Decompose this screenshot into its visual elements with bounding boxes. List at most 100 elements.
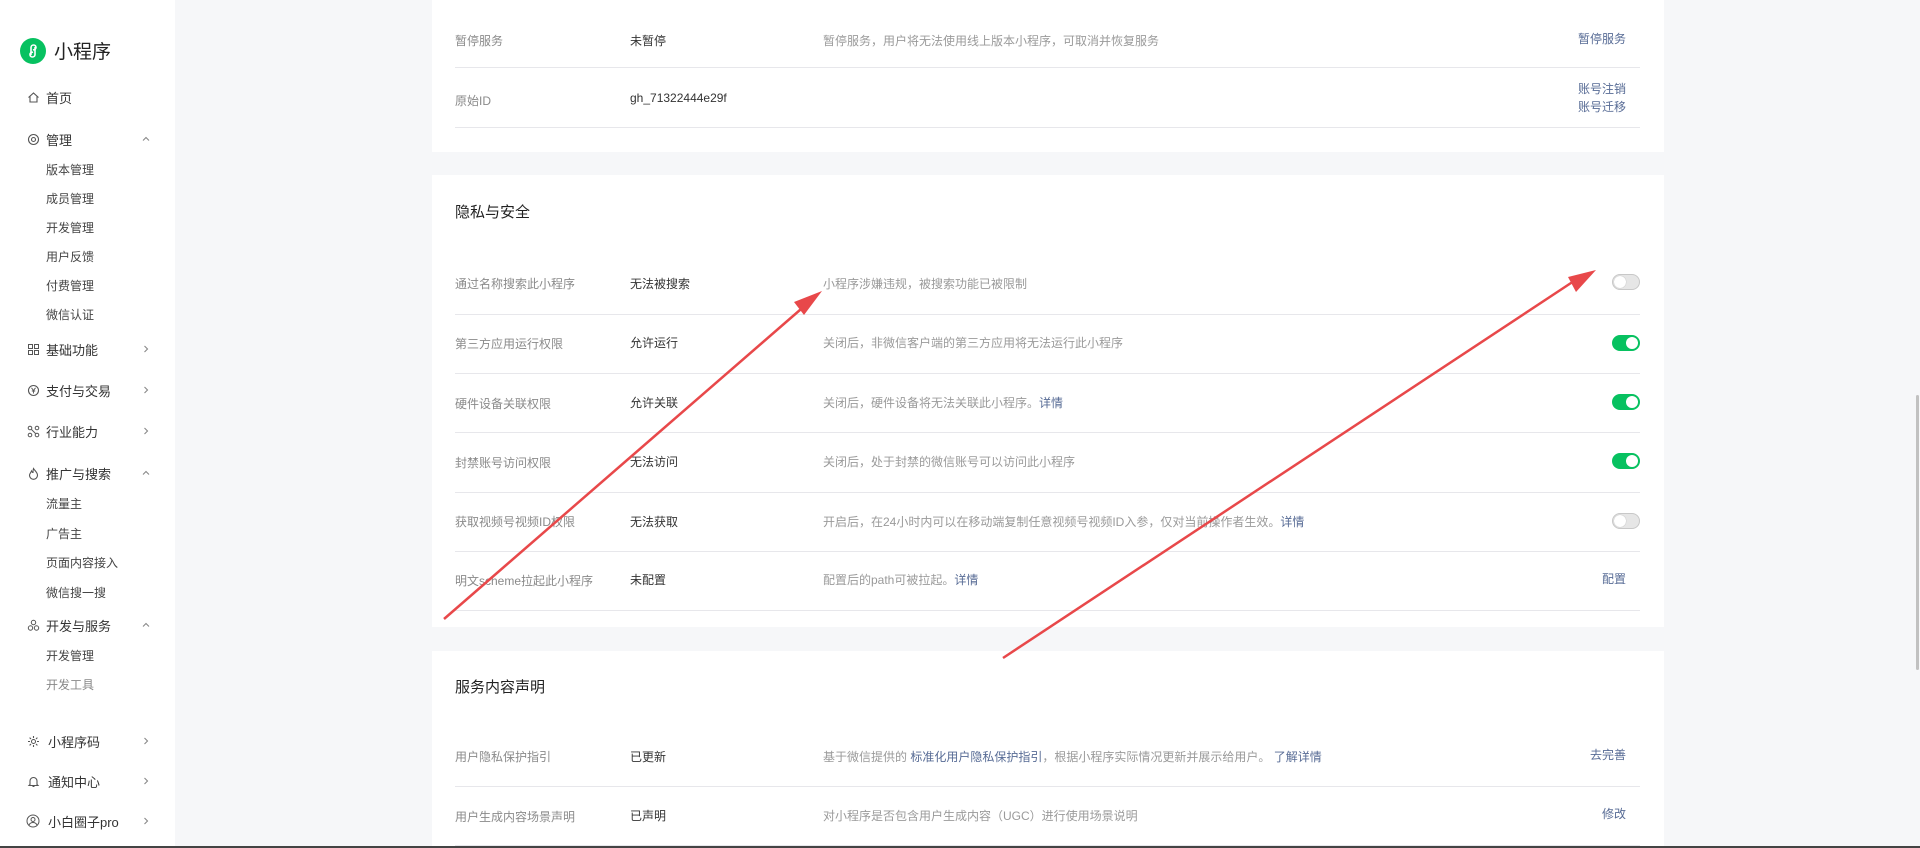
row-desc: 对小程序是否包含用户生成内容（UGC）进行使用场景说明 (823, 809, 1138, 823)
scrollbar[interactable] (1914, 0, 1920, 848)
sun-code-icon (26, 734, 40, 748)
sidebar-item-label: 小程序码 (48, 734, 101, 750)
sidebar-subitem-dev-tools[interactable]: 开发工具 (46, 676, 94, 694)
sidebar-item-basic[interactable]: 基础功能 (0, 337, 175, 361)
grid-icon (26, 342, 40, 356)
brand[interactable]: 小程序 (20, 37, 111, 64)
complete-link[interactable]: 去完善 (1590, 746, 1626, 764)
row-third-party: 第三方应用运行权限 允许运行 关闭后，非微信客户端的第三方应用将无法运行此小程序 (455, 315, 1640, 374)
section-title: 服务内容声明 (455, 679, 546, 696)
search-toggle[interactable] (1612, 274, 1640, 290)
sidebar-subitem-wechat-search[interactable]: 微信搜一搜 (46, 584, 106, 602)
sidebar-item-label: 基础功能 (46, 342, 99, 358)
row-ugc: 用户生成内容场景声明 已声明 对小程序是否包含用户生成内容（UGC）进行使用场景… (455, 787, 1640, 846)
account-migrate-link[interactable]: 账号迁移 (1578, 98, 1626, 116)
details-link[interactable]: 详情 (1039, 396, 1063, 410)
row-value: 未暂停 (630, 34, 667, 48)
sidebar-subitem-advertiser[interactable]: 广告主 (46, 525, 82, 543)
account-name: 小白圈子pro (48, 814, 119, 830)
sidebar-subitem-payment[interactable]: 付费管理 (46, 277, 94, 295)
pause-service-link[interactable]: 暂停服务 (1578, 30, 1626, 48)
sidebar-subitem-dev-manage[interactable]: 开发管理 (46, 219, 94, 237)
row-label: 通过名称搜索此小程序 (455, 277, 576, 291)
row-value: 无法访问 (630, 455, 679, 469)
app-name: 小程序 (54, 42, 112, 63)
sidebar-item-pay[interactable]: 支付与交易 (0, 378, 175, 402)
sidebar-item-label: 管理 (46, 132, 73, 148)
row-pause-service: 暂停服务 未暂停 暂停服务，用户将无法使用线上版本小程序，可取消并恢复服务 暂停… (455, 10, 1640, 68)
sidebar-item-dev[interactable]: 开发与服务 (0, 613, 175, 637)
third-party-toggle[interactable] (1612, 335, 1640, 351)
desc-text: 基于微信提供的 (823, 750, 908, 764)
sidebar-subitem-traffic[interactable]: 流量主 (46, 495, 82, 513)
row-value: 无法获取 (630, 515, 679, 529)
sidebar-subitem-wechat-verify[interactable]: 微信认证 (46, 306, 94, 324)
scrollbar-thumb[interactable] (1916, 395, 1919, 670)
details-link[interactable]: 详情 (954, 573, 978, 587)
sidebar-subitem-dev-manage-2[interactable]: 开发管理 (46, 647, 94, 665)
chevron-up-icon (141, 620, 151, 630)
configure-link[interactable]: 配置 (1602, 570, 1626, 588)
row-privacy-guide: 用户隐私保护指引 已更新 基于微信提供的 标准化用户隐私保护指引，根据小程序实际… (455, 728, 1640, 787)
sidebar-item-label: 推广与搜索 (46, 466, 112, 482)
sidebar-item-industry[interactable]: 行业能力 (0, 419, 175, 443)
sidebar-item-account[interactable]: 小白圈子pro (0, 809, 175, 833)
sidebar-subitem-feedback[interactable]: 用户反馈 (46, 248, 94, 266)
row-label: 原始ID (455, 94, 492, 108)
chevron-right-icon (141, 385, 151, 395)
chevron-right-icon (141, 736, 151, 746)
sidebar-item-label: 开发与服务 (46, 618, 112, 634)
chevron-up-icon (141, 468, 151, 478)
row-desc: 关闭后，非微信客户端的第三方应用将无法运行此小程序 (823, 336, 1124, 350)
desc-text: 关闭后，硬件设备将无法关联此小程序。 (823, 396, 1040, 410)
row-label: 第三方应用运行权限 (455, 337, 564, 351)
chevron-right-icon (141, 426, 151, 436)
row-value: 允许运行 (630, 336, 679, 350)
row-label: 获取视频号视频ID权限 (455, 515, 576, 529)
privacy-guide-link[interactable]: 标准化用户隐私保护指引 (910, 750, 1042, 764)
apps-icon (26, 618, 40, 632)
flame-icon (26, 466, 40, 480)
row-label: 硬件设备关联权限 (455, 397, 552, 411)
row-banned-account: 封禁账号访问权限 无法访问 关闭后，处于封禁的微信账号可以访问此小程序 (455, 433, 1640, 493)
row-label: 明文scheme拉起此小程序 (455, 574, 594, 588)
bell-icon (26, 774, 40, 788)
banned-account-toggle[interactable] (1612, 453, 1640, 469)
sidebar-item-manage[interactable]: 管理 (0, 127, 175, 151)
account-cancel-link[interactable]: 账号注销 (1578, 80, 1626, 98)
desc-text: 配置后的path可被拉起。 (823, 573, 955, 587)
sidebar-item-qrcode[interactable]: 小程序码 (0, 729, 175, 753)
sidebar-subitem-version[interactable]: 版本管理 (46, 161, 94, 179)
privacy-security-card: 隐私与安全 通过名称搜索此小程序 无法被搜索 小程序涉嫌违规，被搜索功能已被限制… (432, 175, 1664, 627)
service-declaration-card: 服务内容声明 用户隐私保护指引 已更新 基于微信提供的 标准化用户隐私保护指引，… (432, 651, 1664, 848)
row-desc: 基于微信提供的 标准化用户隐私保护指引，根据小程序实际情况更新并展示给用户。 了… (823, 748, 1322, 765)
sidebar-subitem-members[interactable]: 成员管理 (46, 190, 94, 208)
row-value: 允许关联 (630, 396, 679, 410)
sidebar-item-label: 首页 (46, 90, 73, 106)
details-link[interactable]: 详情 (1280, 515, 1304, 529)
row-desc: 关闭后，处于封禁的微信账号可以访问此小程序 (823, 455, 1076, 469)
miniprogram-logo-icon (20, 37, 46, 64)
row-value: 无法被搜索 (630, 277, 691, 291)
video-id-toggle[interactable] (1612, 513, 1640, 529)
row-name-search: 通过名称搜索此小程序 无法被搜索 小程序涉嫌违规，被搜索功能已被限制 (455, 255, 1640, 315)
sidebar-item-notify[interactable]: 通知中心 (0, 769, 175, 793)
desc-text: 开启后，在24小时内可以在移动端复制任意视频号视频ID入参，仅对当前操作者生效。 (823, 515, 1281, 529)
modify-link[interactable]: 修改 (1602, 805, 1626, 823)
target-icon (26, 132, 40, 146)
home-icon (26, 90, 40, 104)
chevron-right-icon (141, 344, 151, 354)
row-desc: 小程序涉嫌违规，被搜索功能已被限制 (823, 277, 1028, 291)
learn-more-link[interactable]: 了解详情 (1274, 750, 1322, 764)
sidebar-item-label: 支付与交易 (46, 383, 112, 399)
sidebar-item-promo[interactable]: 推广与搜索 (0, 461, 175, 485)
row-value: gh_71322444e29f (630, 91, 727, 105)
section-title: 隐私与安全 (455, 204, 531, 221)
chevron-up-icon (141, 134, 151, 144)
hardware-toggle[interactable] (1612, 394, 1640, 410)
sidebar-item-home[interactable]: 首页 (0, 85, 175, 109)
yuan-icon (26, 383, 40, 397)
row-desc: 开启后，在24小时内可以在移动端复制任意视频号视频ID入参，仅对当前操作者生效。… (823, 513, 1304, 530)
row-value: 未配置 (630, 573, 667, 587)
sidebar-subitem-page-content[interactable]: 页面内容接入 (46, 554, 118, 572)
